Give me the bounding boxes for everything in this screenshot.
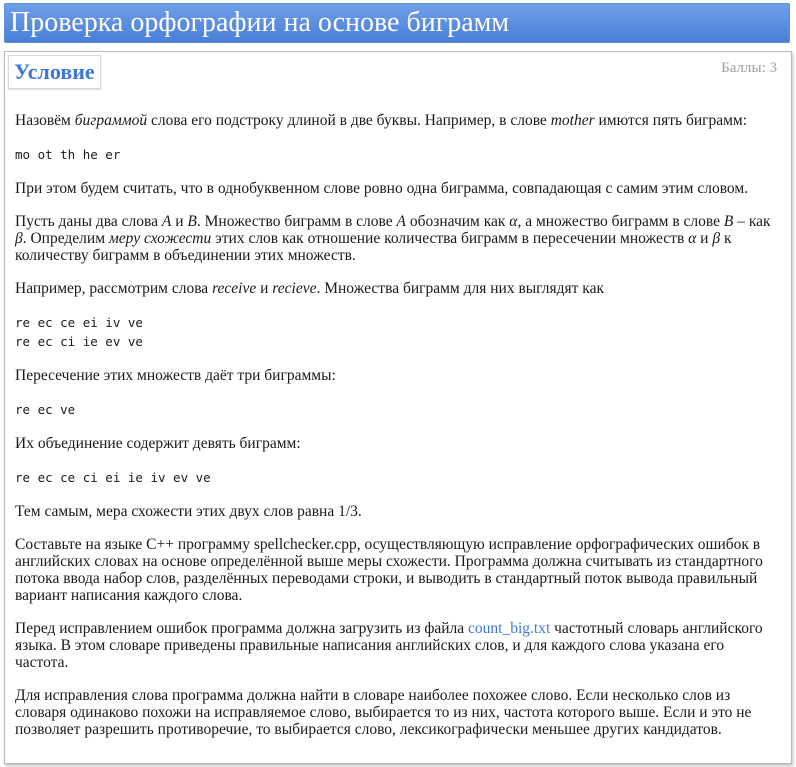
paragraph: Тем самым, мера схожести этих двух слов … xyxy=(15,503,362,520)
problem-panel: Условие Баллы: 3 Назовём биграммой слова… xyxy=(4,51,792,764)
paragraph: Пусть даны два слова A и B. Множество би… xyxy=(15,213,771,264)
section-label-condition: Условие xyxy=(8,55,101,89)
paragraph: Составьте на языке C++ программу spellch… xyxy=(15,536,763,604)
code-block: re ec ce ei iv ve re ec ci ie ev ve xyxy=(15,315,143,349)
problem-statement: Назовём биграммой слова его подстроку дл… xyxy=(15,112,780,754)
paragraph: Например, рассмотрим слова receive и rec… xyxy=(15,280,604,297)
dictionary-file-link[interactable]: count_big.txt xyxy=(468,620,550,637)
term-similarity: меру схожести xyxy=(108,230,212,247)
paragraph: При этом будем считать, что в однобуквен… xyxy=(15,180,749,197)
code-block: re ec ve xyxy=(15,402,76,417)
code-block: re ec ce ci ei ie iv ev ve xyxy=(15,470,211,485)
paragraph: Назовём биграммой слова его подстроку дл… xyxy=(15,112,748,129)
paragraph: Для исправления слова программа должна н… xyxy=(15,687,752,738)
code-block: mo ot th he er xyxy=(15,147,121,162)
paragraph: Их объединение содержит девять биграмм: xyxy=(15,435,301,452)
paragraph: Перед исправлением ошибок программа долж… xyxy=(15,620,763,671)
example-word: mother xyxy=(550,112,595,129)
page-title: Проверка орфографии на основе биграмм xyxy=(4,3,790,43)
paragraph: Пересечение этих множеств даёт три бигра… xyxy=(15,367,336,384)
term-bigram: биграммой xyxy=(74,112,148,129)
points-label: Баллы: 3 xyxy=(721,60,777,76)
